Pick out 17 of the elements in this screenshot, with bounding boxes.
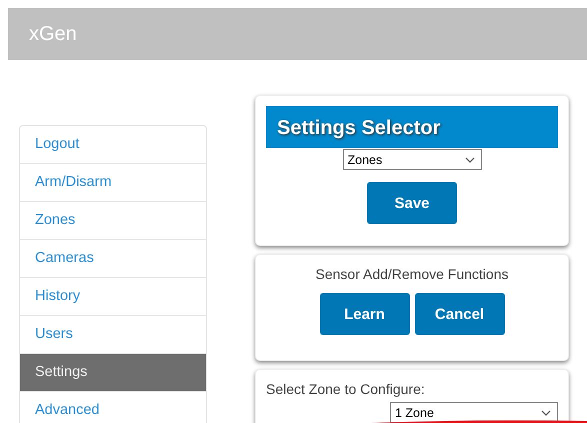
panel-heading: Sensor Add/Remove Functions bbox=[316, 266, 508, 282]
sidebar-item[interactable]: Zones bbox=[20, 202, 206, 240]
sidebar-item[interactable]: Logout bbox=[20, 126, 206, 164]
sidebar-item[interactable]: Arm/Disarm bbox=[20, 164, 206, 202]
sidebar-item[interactable]: Cameras bbox=[20, 240, 206, 278]
chevron-down-icon bbox=[464, 156, 474, 162]
sidebar-item[interactable]: Advanced bbox=[20, 392, 206, 423]
save-button[interactable]: Save bbox=[367, 182, 457, 224]
action-button[interactable]: Cancel bbox=[414, 293, 504, 335]
sidebar-item[interactable]: History bbox=[20, 278, 206, 316]
zone-label: Select Zone to Configure: bbox=[266, 381, 426, 397]
app-title: xGen bbox=[29, 22, 77, 46]
sidebar-item[interactable]: Settings bbox=[20, 354, 206, 392]
action-button[interactable]: Learn bbox=[320, 293, 410, 335]
settings-dropdown[interactable]: Zones bbox=[342, 149, 482, 170]
panel-title: Settings Selector bbox=[266, 106, 558, 148]
chevron-down-icon bbox=[541, 410, 551, 416]
